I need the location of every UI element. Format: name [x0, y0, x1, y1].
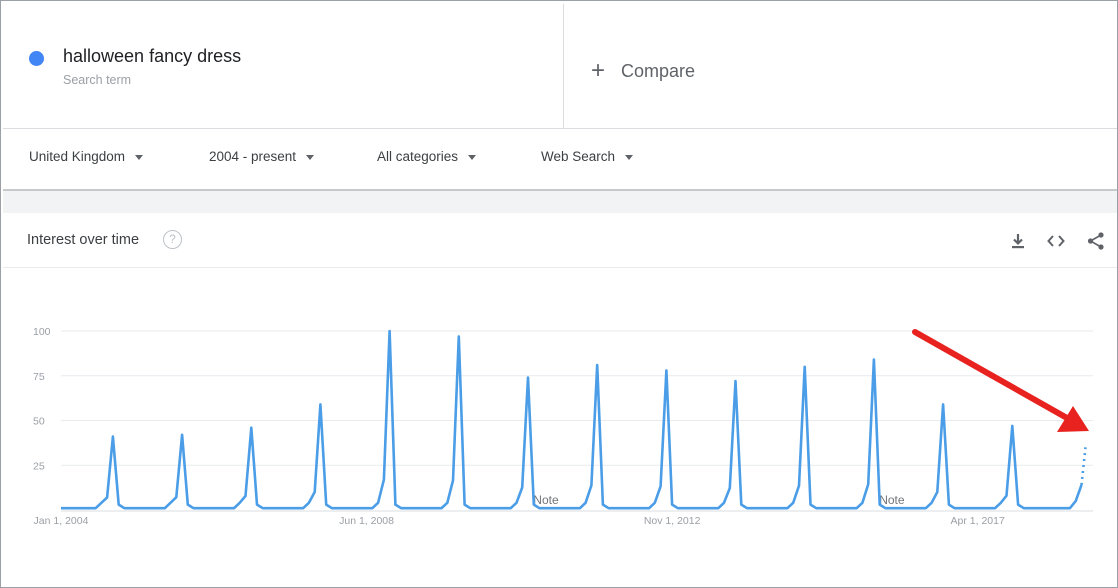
chevron-down-icon	[306, 154, 315, 160]
chevron-down-icon	[468, 154, 477, 160]
search-term-name[interactable]: halloween fancy dress	[63, 46, 241, 67]
compare-label: Compare	[621, 60, 696, 81]
time-range-filter-dropdown[interactable]: 2004 - present	[209, 149, 315, 164]
red-arrow-shaft	[912, 329, 1070, 421]
y-tick-label: 25	[33, 460, 45, 472]
series-projection-line	[1080, 447, 1087, 486]
x-tick-label: Jan 1, 2004	[34, 515, 89, 527]
plus-icon: +	[591, 57, 606, 84]
chevron-down-icon	[135, 154, 144, 160]
category-filter-label: All categories	[377, 149, 459, 164]
interest-chart: 100 75 50 25 Jan 1, 2004 Jun 1, 2008 Nov 1, 20…	[33, 326, 1093, 527]
category-filter-dropdown[interactable]: All categories	[377, 149, 477, 164]
x-tick-label: Jun 1, 2008	[339, 515, 394, 527]
red-arrow-head	[1057, 406, 1089, 432]
chevron-down-icon	[625, 154, 634, 160]
series-color-dot	[29, 51, 44, 66]
y-tick-label: 50	[33, 416, 45, 428]
x-tick-label: Nov 1, 2012	[644, 515, 701, 527]
note-annotation[interactable]: Note	[533, 493, 559, 507]
filter-bar: United Kingdom 2004 - present All catego…	[3, 129, 1117, 191]
section-gap	[3, 191, 1117, 213]
region-filter-dropdown[interactable]: United Kingdom	[29, 149, 144, 164]
note-annotation[interactable]: Note	[879, 493, 905, 507]
x-tick-label: Apr 1, 2017	[951, 515, 1005, 527]
y-tick-label: 75	[33, 371, 45, 383]
series-line	[61, 329, 1083, 510]
search-term-subtitle: Search term	[63, 73, 132, 87]
time-range-filter-label: 2004 - present	[209, 149, 297, 164]
search-term-card[interactable]: halloween fancy dress Search term	[3, 4, 564, 128]
compare-button[interactable]: + Compare	[591, 56, 695, 86]
search-type-filter-dropdown[interactable]: Web Search	[541, 149, 634, 164]
search-terms-bar: halloween fancy dress Search term + Comp…	[3, 4, 1117, 129]
y-tick-label: 100	[33, 326, 51, 338]
region-filter-label: United Kingdom	[29, 149, 126, 164]
trends-frame: halloween fancy dress Search term + Comp…	[0, 0, 1118, 588]
search-type-filter-label: Web Search	[541, 149, 616, 164]
